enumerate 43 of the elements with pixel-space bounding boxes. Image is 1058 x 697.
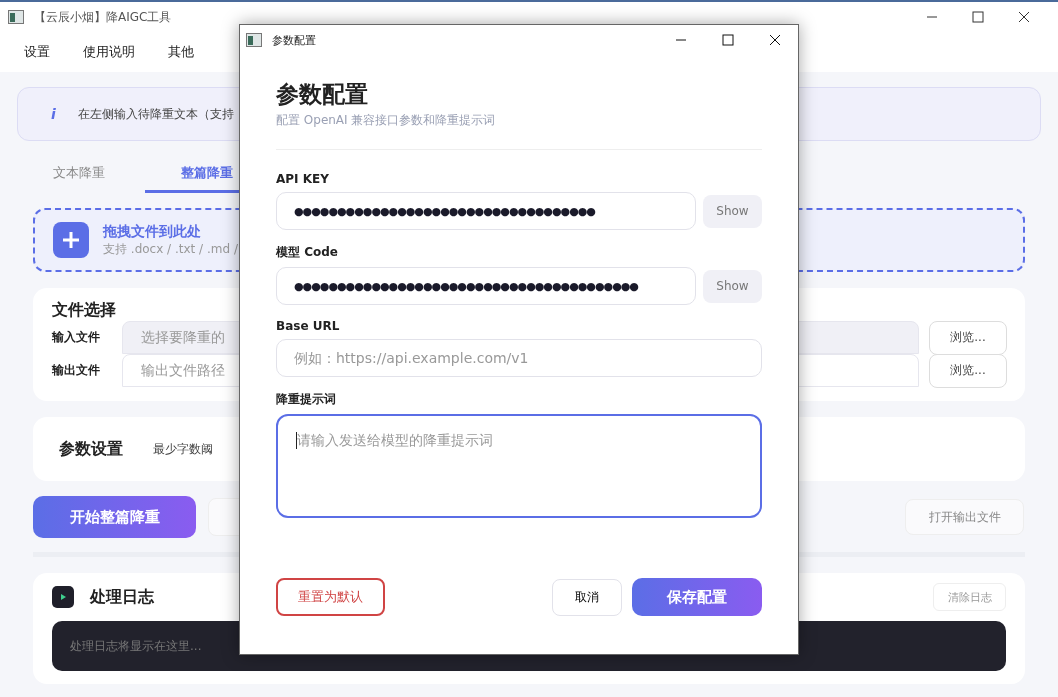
dialog-heading: 参数配置 (276, 79, 369, 109)
terminal-icon (52, 586, 74, 608)
close-icon[interactable] (769, 34, 781, 46)
prompt-field[interactable]: 请输入发送给模型的降重提示词 (276, 414, 762, 518)
open-output-button[interactable]: 打开输出文件 (905, 499, 1024, 535)
tab[interactable]: 文本降重 (33, 155, 145, 193)
field-label: 输入文件 (52, 329, 101, 346)
start-button[interactable]: 开始整篇降重 (33, 496, 196, 538)
reset-button[interactable]: 重置为默认 (276, 578, 385, 616)
show-button[interactable]: Show (703, 194, 762, 228)
info-text: 在左侧输入待降重文本（支持 (77, 105, 234, 123)
save-button[interactable]: 保存配置 (632, 578, 762, 616)
maximize-icon[interactable] (972, 11, 984, 23)
menu-item[interactable]: 使用说明 (83, 43, 135, 61)
clear-log-button[interactable]: 清除日志 (933, 583, 1006, 611)
password-field[interactable]: ●●●●●●●●●●●●●●●●●●●●●●●●●●●●●●●●●●●●●●●● (276, 267, 696, 305)
dialog-subtitle: 配置 OpenAI 兼容接口参数和降重提示词 (276, 112, 497, 129)
app-icon (8, 10, 24, 24)
field-label: Base URL (276, 319, 341, 333)
window-title: 【云辰小烟】降AIGC工具 (34, 8, 172, 26)
menu-item[interactable]: 其他 (168, 43, 194, 61)
log-title: 处理日志 (90, 586, 154, 608)
dialog-title: 参数配置 (272, 32, 316, 48)
show-button[interactable]: Show (703, 269, 762, 303)
drop-hint: 支持 .docx / .txt / .md / (103, 240, 238, 258)
app-icon (246, 33, 262, 47)
field-label: 降重提示词 (276, 391, 337, 408)
cancel-button[interactable]: 取消 (552, 578, 622, 616)
menu-item[interactable]: 设置 (24, 43, 50, 61)
maximize-icon[interactable] (722, 34, 734, 46)
info-icon: i (51, 106, 56, 122)
url-field[interactable]: 例如：https://api.example.com/v1 (276, 339, 762, 377)
field-label: API KEY (276, 172, 330, 186)
field-label: 输出文件 (52, 362, 101, 379)
password-field[interactable]: ●●●●●●●●●●●●●●●●●●●●●●●●●●●●●●●●●●● (276, 192, 696, 230)
card-title: 参数设置 (59, 438, 123, 460)
drop-title: 拖拽文件到此处 (103, 222, 202, 241)
plus-icon (53, 222, 89, 258)
card-title: 文件选择 (52, 300, 116, 321)
field-label: 模型 Code (276, 244, 339, 261)
browse-button[interactable]: 浏览... (929, 353, 1007, 388)
close-icon[interactable] (1018, 11, 1030, 23)
param-label: 最少字数阈 (153, 440, 213, 458)
